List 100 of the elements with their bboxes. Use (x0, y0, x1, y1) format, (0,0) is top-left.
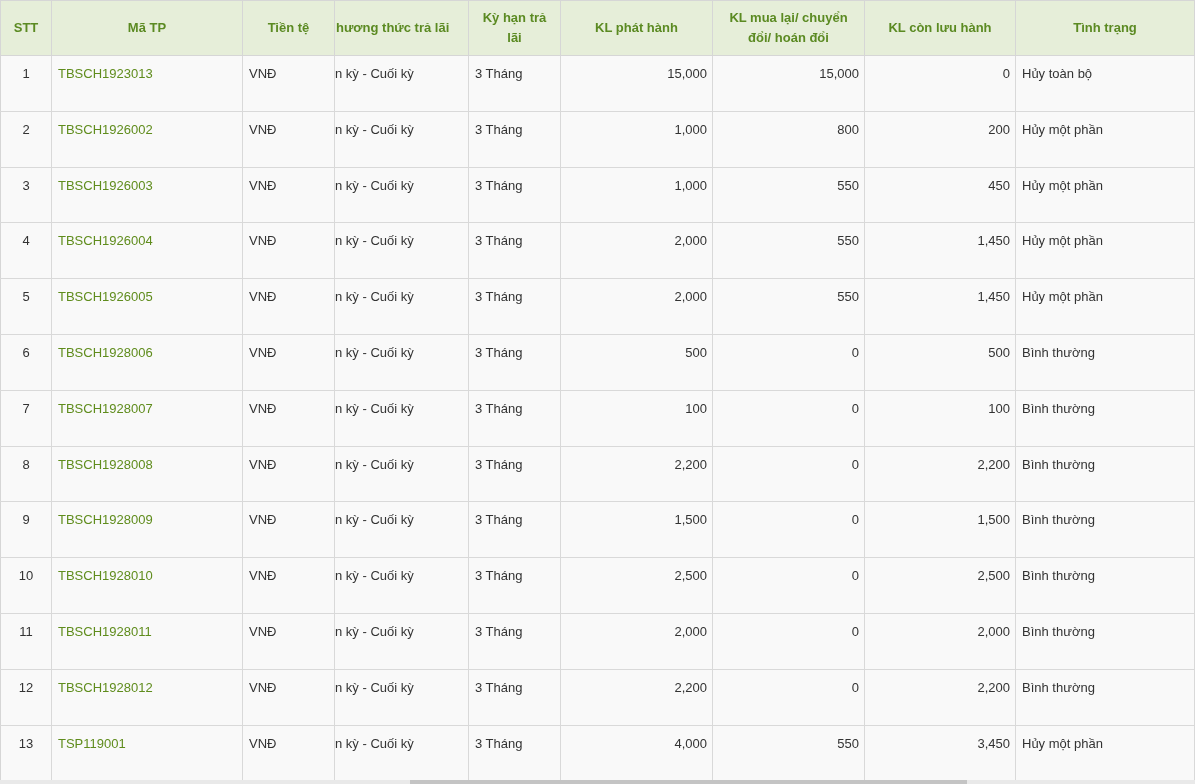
table-cell: 1,000 (561, 111, 713, 167)
table-cell: VNĐ (243, 669, 335, 725)
table-cell: 200 (865, 111, 1016, 167)
table-cell: 2,000 (865, 613, 1016, 669)
table-cell: n kỳ - Cuối kỳ (335, 335, 469, 390)
scrollbar-thumb[interactable] (410, 780, 967, 784)
table-cell: 500 (561, 335, 713, 390)
table-cell: 1,450 (865, 279, 1016, 334)
table-cell: 2,200 (865, 446, 1016, 502)
table-cell: VNĐ (243, 223, 335, 279)
table-cell: 0 (713, 335, 865, 390)
table-cell: 2 (0, 111, 52, 167)
table-cell: Hủy một phần (1016, 167, 1195, 223)
bond-code-link[interactable]: TBSCH1928012 (58, 679, 153, 695)
table-cell: n kỳ - Cuối kỳ (335, 613, 469, 669)
table-cell: 1,000 (561, 167, 713, 223)
table-cell: 0 (713, 446, 865, 502)
horizontal-scrollbar[interactable] (0, 780, 1195, 784)
bond-code-link[interactable]: TBSCH1926002 (58, 121, 153, 137)
table-cell: 5 (0, 279, 52, 334)
table-cell: 3 Tháng (469, 669, 561, 725)
table-cell: 7 (0, 390, 52, 446)
table-cell: 100 (865, 390, 1016, 446)
table-cell: n kỳ - Cuối kỳ (335, 279, 469, 334)
table-cell: 1,500 (865, 502, 1016, 558)
column-header: Tình trạng (1016, 1, 1195, 55)
table-cell: 2,500 (561, 558, 713, 613)
table-cell: n kỳ - Cuối kỳ (335, 446, 469, 502)
bond-code-link[interactable]: TBSCH1926003 (58, 177, 153, 193)
column-header: STT (0, 1, 52, 55)
table-cell: VNĐ (243, 111, 335, 167)
table-cell: 3 Tháng (469, 558, 561, 613)
bond-code-link[interactable]: TBSCH1923013 (58, 66, 153, 81)
table-cell: n kỳ - Cuối kỳ (335, 223, 469, 279)
table-cell: 2,000 (561, 223, 713, 279)
bond-code-link[interactable]: TSP119001 (58, 735, 126, 751)
table-cell: 2,000 (561, 279, 713, 334)
table-cell: 8 (0, 446, 52, 502)
column-header: hương thức trả lãi (335, 1, 469, 55)
table-cell: 0 (713, 669, 865, 725)
table-cell: 3 Tháng (469, 279, 561, 334)
table-cell: 3 Tháng (469, 111, 561, 167)
table-cell: 4 (0, 223, 52, 279)
bond-code-link[interactable]: TBSCH1928006 (58, 345, 153, 360)
table-cell: 550 (713, 167, 865, 223)
table-cell: n kỳ - Cuối kỳ (335, 558, 469, 613)
table-cell: Bình thường (1016, 335, 1195, 390)
table-cell: 0 (865, 56, 1016, 111)
table-cell: Hủy một phần (1016, 223, 1195, 279)
table-cell: Bình thường (1016, 613, 1195, 669)
table-cell: VNĐ (243, 613, 335, 669)
table-cell: 3 Tháng (469, 56, 561, 111)
table-cell: 3 Tháng (469, 613, 561, 669)
table-cell: n kỳ - Cuối kỳ (335, 390, 469, 446)
table-cell: 6 (0, 335, 52, 390)
table-cell: 2,200 (561, 669, 713, 725)
bond-code-link[interactable]: TBSCH1926004 (58, 233, 153, 249)
table-cell: 15,000 (561, 56, 713, 111)
table-cell: 3 Tháng (469, 223, 561, 279)
table-cell: n kỳ - Cuối kỳ (335, 111, 469, 167)
table-cell: Hủy một phần (1016, 111, 1195, 167)
table-cell: Bình thường (1016, 502, 1195, 558)
table-cell: VNĐ (243, 390, 335, 446)
table-cell: 450 (865, 167, 1016, 223)
table-cell: 3 Tháng (469, 446, 561, 502)
table-cell: Bình thường (1016, 558, 1195, 613)
table-cell: 2,200 (865, 669, 1016, 725)
table-cell: Hủy toàn bộ (1016, 56, 1195, 111)
table-cell: 1 (0, 56, 52, 111)
table-cell: 2,500 (865, 558, 1016, 613)
table-cell: 550 (713, 279, 865, 334)
table-cell: VNĐ (243, 335, 335, 390)
table-cell: n kỳ - Cuối kỳ (335, 669, 469, 725)
table-cell: 550 (713, 223, 865, 279)
table-cell: VNĐ (243, 279, 335, 334)
bond-code-link[interactable]: TBSCH1928010 (58, 568, 153, 584)
table-cell: 0 (713, 390, 865, 446)
table-cell: 1,450 (865, 223, 1016, 279)
table-cell: 12 (0, 669, 52, 725)
bond-code-link[interactable]: TBSCH1928008 (58, 456, 153, 472)
table-cell: VNĐ (243, 446, 335, 502)
column-header: Kỳ hạn trả lãi (469, 1, 561, 55)
table-cell: n kỳ - Cuối kỳ (335, 56, 469, 111)
table-cell: n kỳ - Cuối kỳ (335, 502, 469, 558)
table-cell: Bình thường (1016, 446, 1195, 502)
table-cell: 10 (0, 558, 52, 613)
table-cell: 3 Tháng (469, 502, 561, 558)
table-cell: 3 (0, 167, 52, 223)
table-cell: VNĐ (243, 56, 335, 111)
column-header: Tiền tệ (243, 1, 335, 55)
table-cell: 500 (865, 335, 1016, 390)
table-cell: VNĐ (243, 502, 335, 558)
bond-code-link[interactable]: TBSCH1926005 (58, 289, 153, 305)
bond-code-link[interactable]: TBSCH1928007 (58, 400, 153, 416)
bond-code-link[interactable]: TBSCH1928009 (58, 512, 153, 528)
table-cell: 3 Tháng (469, 390, 561, 446)
table-cell: 2,200 (561, 446, 713, 502)
table-cell: 15,000 (713, 56, 865, 111)
table-cell: n kỳ - Cuối kỳ (335, 167, 469, 223)
bond-code-link[interactable]: TBSCH1928011 (58, 623, 152, 639)
